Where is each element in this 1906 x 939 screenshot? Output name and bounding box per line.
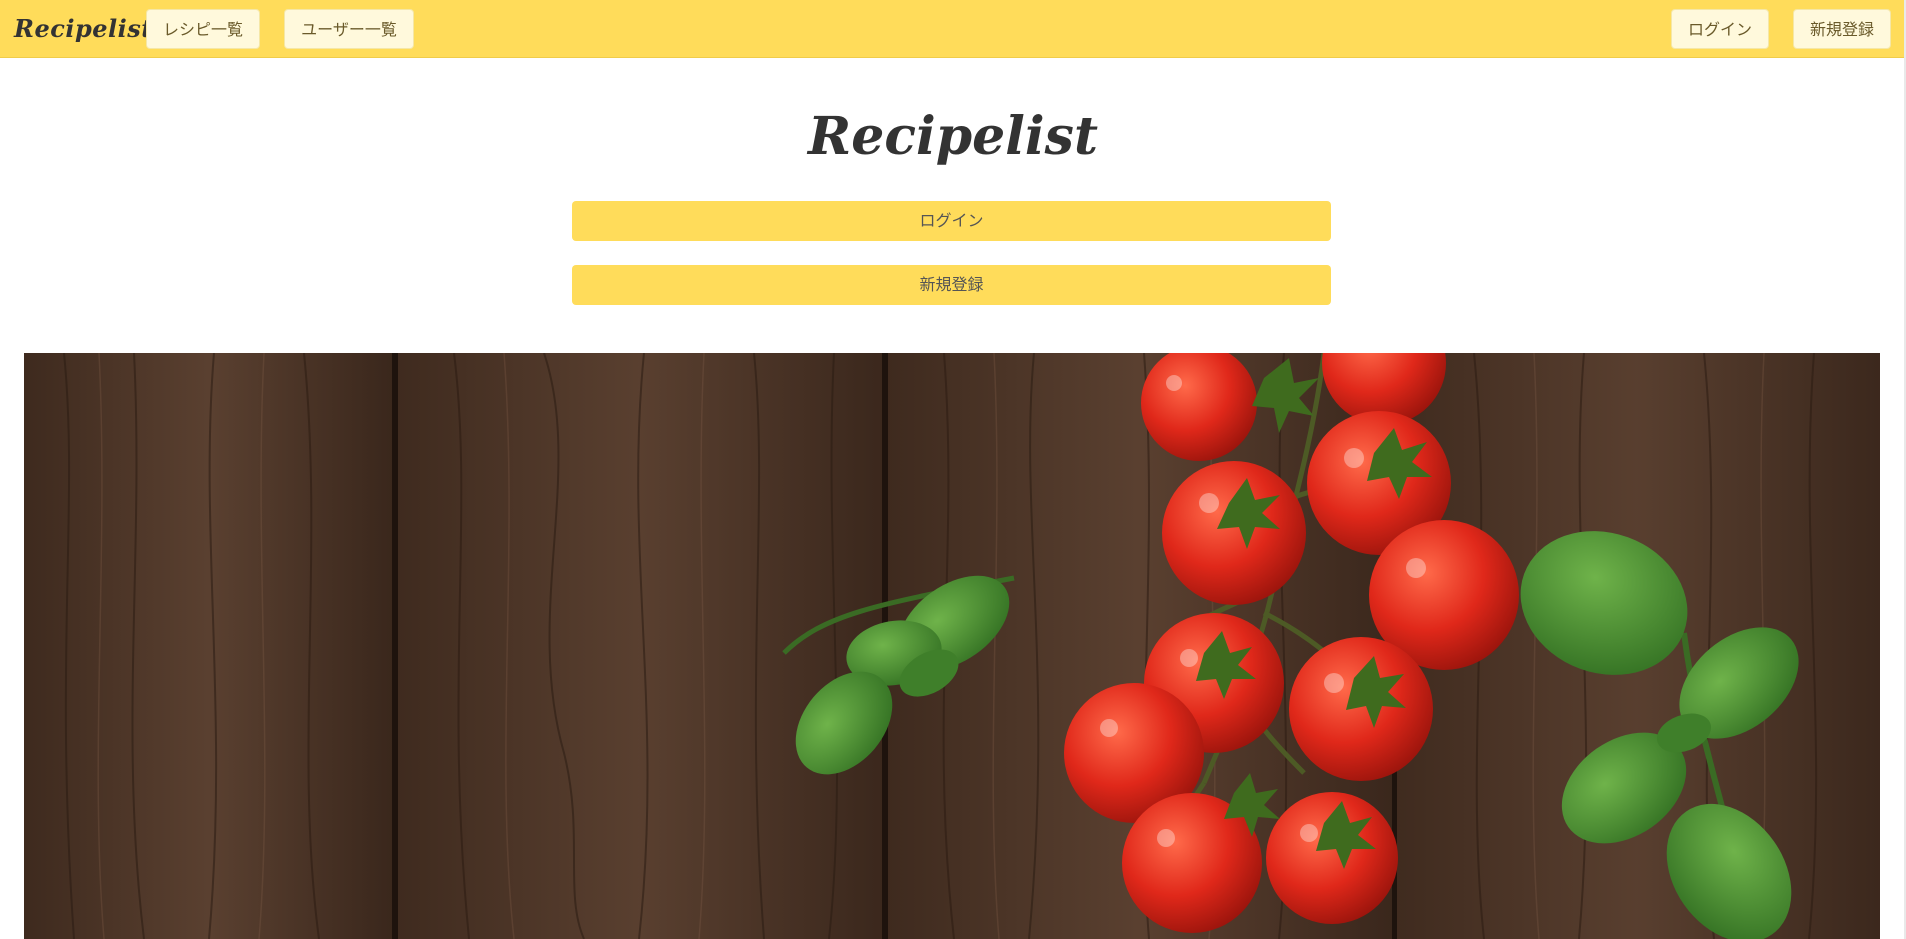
nav-signup-button[interactable]: 新規登録 bbox=[1793, 9, 1891, 49]
brand-logo[interactable]: Recipelist bbox=[14, 14, 153, 43]
hero-image-tomatoes-basil bbox=[24, 353, 1880, 939]
signup-button[interactable]: 新規登録 bbox=[572, 265, 1331, 305]
nav-login-button[interactable]: ログイン bbox=[1671, 9, 1769, 49]
page-title: Recipelist bbox=[808, 106, 1098, 167]
nav-recipe-list-button[interactable]: レシピ一覧 bbox=[146, 9, 260, 49]
top-navbar: Recipelist レシピ一覧 ユーザー一覧 ログイン 新規登録 bbox=[0, 0, 1906, 57]
login-button[interactable]: ログイン bbox=[572, 201, 1331, 241]
nav-user-list-button[interactable]: ユーザー一覧 bbox=[284, 9, 414, 49]
